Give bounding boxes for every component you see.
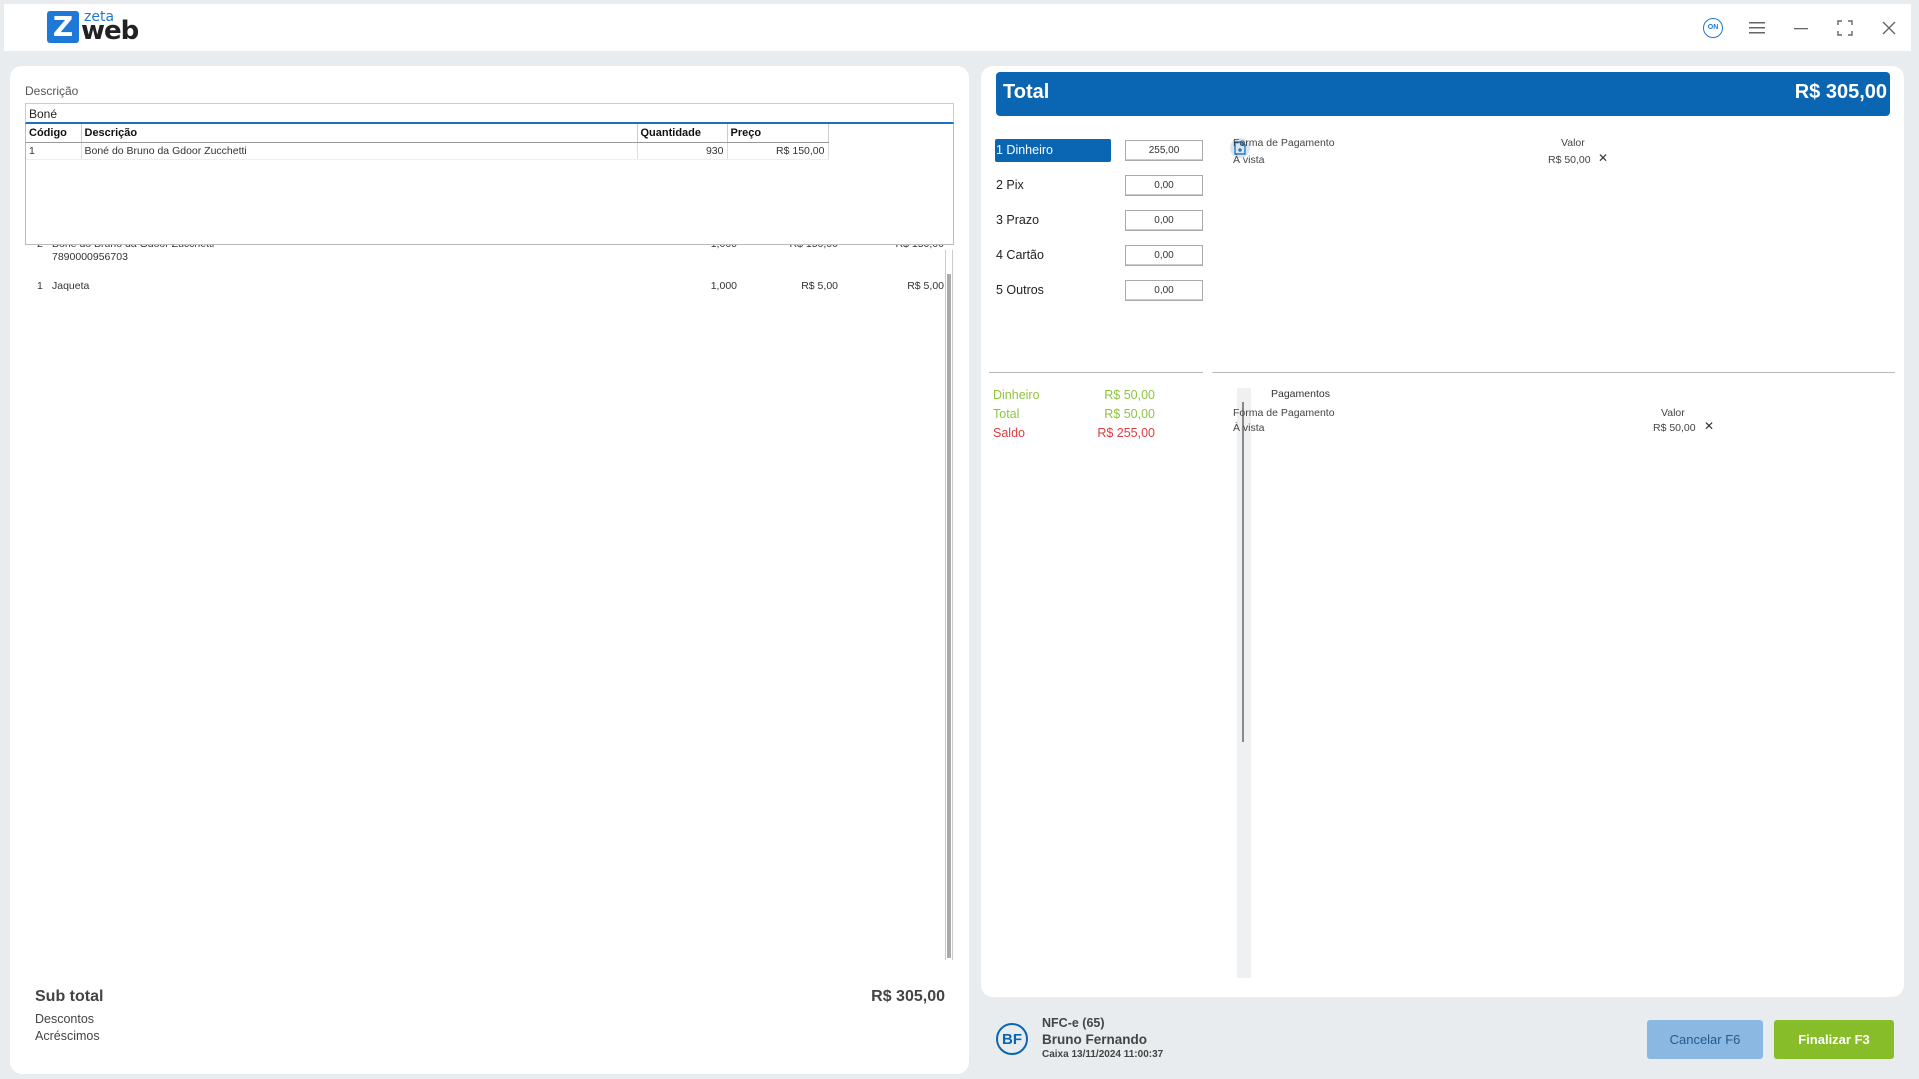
hamburger-menu-icon — [1749, 21, 1765, 33]
detail-col-valor: Valor — [1561, 137, 1585, 149]
maximize-button[interactable] — [1823, 4, 1867, 51]
fullscreen-icon — [1837, 19, 1853, 36]
cell-quantidade: 930 — [637, 142, 728, 160]
pagamentos-col-valor: Valor — [1661, 407, 1685, 419]
col-header-preco[interactable]: Preço — [727, 124, 829, 143]
document-type: NFC-e (65) — [1042, 1016, 1105, 1030]
sale-item-row[interactable]: 1 Jaqueta 1,000 R$ 5,00 R$ 5,00 — [25, 276, 944, 304]
pagamentos-row-valor: R$ 50,00 — [1653, 422, 1696, 434]
close-icon — [1882, 21, 1896, 34]
product-search-table: Código Descrição Quantidade Preço 1 Boné… — [26, 124, 829, 160]
detail-row-forma: À vista — [1233, 154, 1265, 166]
caixa-info: Caixa 13/11/2024 11:00:37 — [1042, 1049, 1164, 1060]
item-qty: 1,000 — [710, 280, 737, 292]
summary-value: R$ 50,00 — [1104, 388, 1155, 402]
detail-row-valor: R$ 50,00 — [1548, 154, 1591, 166]
payment-method-button[interactable]: 2 Pix — [995, 174, 1111, 197]
product-search-row[interactable]: 1 Boné do Bruno da Gdoor Zucchetti 930 R… — [26, 142, 829, 160]
payment-method-dinheiro: 1 Dinheiro 255,00 — [995, 139, 1205, 174]
subtotal-label: Sub total — [35, 988, 104, 1005]
payment-value-input[interactable]: 255,00 — [1125, 140, 1203, 161]
payment-value-input[interactable]: 0,00 — [1125, 175, 1203, 196]
logo-z-icon: Z — [47, 11, 79, 43]
descontos-button[interactable]: Descontos — [35, 1012, 94, 1026]
payment-method-button[interactable]: 4 Cartão — [995, 244, 1111, 267]
description-label: Descrição — [25, 84, 79, 98]
total-bar: Total R$ 305,00 — [996, 72, 1890, 116]
summary-label: Saldo — [993, 426, 1025, 440]
summary-value: R$ 50,00 — [1104, 407, 1155, 421]
item-price: R$ 5,00 — [801, 280, 838, 292]
total-label: Total — [1003, 81, 1050, 103]
product-search-popup: Código Descrição Quantidade Preço 1 Boné… — [25, 124, 954, 245]
logo-bottom-text: web — [81, 16, 139, 46]
payment-methods: 1 Dinheiro 255,00 2 Pix 0,00 3 Prazo 0,0… — [995, 139, 1205, 314]
summary-dinheiro: Dinheiro R$ 50,00 — [993, 388, 1193, 407]
item-total: R$ 5,00 — [907, 280, 944, 292]
user-name: Bruno Fernando — [1042, 1032, 1147, 1047]
close-window-button[interactable] — [1867, 4, 1911, 51]
pagamentos-col-forma: Forma de Pagamento — [1233, 407, 1335, 419]
payment-method-button[interactable]: 1 Dinheiro — [995, 139, 1111, 162]
remove-pagamento-button[interactable]: ✕ — [1704, 419, 1714, 433]
sale-items-list: 2 Boné do Bruno da Gdoor Zucchetti 78900… — [25, 236, 944, 304]
item-barcode: 7890000956703 — [52, 251, 128, 263]
item-seq: 1 — [37, 280, 43, 292]
description-search-input[interactable]: Boné — [25, 103, 954, 124]
divider — [1212, 372, 1895, 373]
pagamentos-title: Pagamentos — [1271, 388, 1330, 400]
online-status-button[interactable]: ON — [1691, 4, 1735, 51]
summary-scrollbar[interactable] — [1237, 388, 1251, 978]
subtotal-value: R$ 305,00 — [871, 988, 945, 1005]
cancel-button[interactable]: Cancelar F6 — [1647, 1020, 1763, 1059]
payment-value-input[interactable]: 0,00 — [1125, 245, 1203, 266]
summary-scrollbar-thumb[interactable] — [1242, 402, 1244, 742]
payment-method-outros: 5 Outros 0,00 — [995, 279, 1205, 314]
cell-descricao: Boné do Bruno da Gdoor Zucchetti — [81, 142, 638, 160]
pagamentos-row-forma: À vista — [1233, 422, 1265, 434]
summary-total: Total R$ 50,00 — [993, 407, 1193, 426]
cell-preco: R$ 150,00 — [727, 142, 829, 160]
summary-label: Dinheiro — [993, 388, 1040, 402]
col-header-quantidade[interactable]: Quantidade — [637, 124, 728, 143]
title-bar: Z zeta web ON — [4, 4, 1911, 51]
detail-col-forma: Forma de Pagamento — [1233, 137, 1335, 149]
remove-payment-button[interactable]: ✕ — [1598, 151, 1608, 165]
payment-method-button[interactable]: 3 Prazo — [995, 209, 1111, 232]
payment-method-pix: 2 Pix 0,00 — [995, 174, 1205, 209]
sale-items-panel: Descrição Boné Código Descrição Quantida… — [10, 66, 969, 1074]
menu-button[interactable] — [1735, 4, 1779, 51]
acrescimos-button[interactable]: Acréscimos — [35, 1029, 100, 1043]
online-status-icon: ON — [1703, 17, 1723, 38]
payment-panel: Total R$ 305,00 1 Dinheiro 255,00 2 Pix … — [981, 66, 1904, 997]
items-scrollbar[interactable] — [945, 250, 953, 960]
col-header-descricao[interactable]: Descrição — [81, 124, 638, 143]
zetaweb-logo: Z zeta web — [47, 10, 139, 46]
payment-summary: Dinheiro R$ 50,00 Total R$ 50,00 Saldo R… — [993, 388, 1193, 445]
col-header-codigo[interactable]: Código — [26, 124, 82, 143]
payment-method-cartao: 4 Cartão 0,00 — [995, 244, 1205, 279]
summary-label: Total — [993, 407, 1020, 421]
window-controls: ON — [1691, 4, 1911, 51]
divider — [989, 372, 1203, 373]
total-value: R$ 305,00 — [1794, 81, 1887, 103]
finalize-button[interactable]: Finalizar F3 — [1774, 1020, 1894, 1059]
minimize-button[interactable] — [1779, 4, 1823, 51]
payment-value-input[interactable]: 0,00 — [1125, 210, 1203, 231]
user-avatar: BF — [996, 1023, 1028, 1055]
cell-codigo: 1 — [26, 142, 82, 160]
item-name: Jaqueta — [52, 280, 90, 292]
payment-method-button[interactable]: 5 Outros — [995, 279, 1111, 302]
payment-value-input[interactable]: 0,00 — [1125, 280, 1203, 301]
summary-value: R$ 255,00 — [1097, 426, 1155, 440]
payment-method-prazo: 3 Prazo 0,00 — [995, 209, 1205, 244]
items-scrollbar-thumb[interactable] — [947, 274, 951, 958]
minimize-icon — [1794, 27, 1808, 29]
summary-saldo: Saldo R$ 255,00 — [993, 426, 1193, 445]
